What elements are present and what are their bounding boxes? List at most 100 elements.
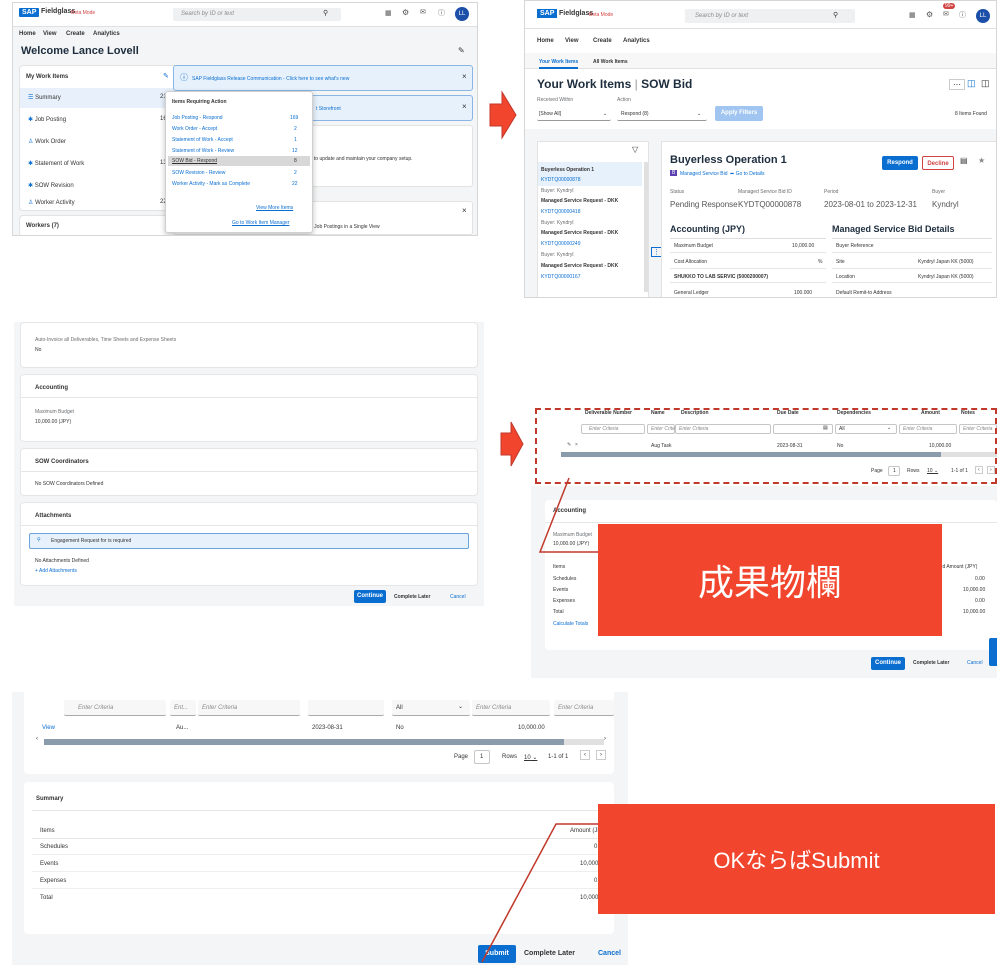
list-item[interactable]: ☰ Summary xyxy=(28,94,61,101)
date-filter-input[interactable] xyxy=(308,700,384,716)
apps-icon[interactable]: ▦ xyxy=(909,11,916,19)
apply-filters-button[interactable]: Apply Filters xyxy=(715,106,763,121)
bell-icon[interactable]: ✉ xyxy=(420,8,426,16)
continue-button[interactable]: Continue xyxy=(871,657,905,670)
scroll-left-icon[interactable]: ‹ xyxy=(36,736,38,742)
split-icon[interactable]: ◫ xyxy=(981,78,990,89)
search-icon[interactable]: ⚲ xyxy=(323,9,328,17)
submit-button-edge[interactable] xyxy=(989,638,997,666)
avatar[interactable]: LL xyxy=(976,9,990,23)
close-icon[interactable]: × xyxy=(462,102,467,111)
list-item[interactable]: ♙ Work Order xyxy=(28,138,66,145)
view-more-link[interactable]: View More Items xyxy=(256,205,293,211)
bid-id[interactable]: KYDTQ00000878 xyxy=(541,177,580,183)
horizontal-scrollbar[interactable] xyxy=(44,739,604,745)
nav-home[interactable]: Home xyxy=(537,38,554,44)
grid-icon: ✱ xyxy=(28,183,34,189)
avatar[interactable]: LL xyxy=(455,7,469,21)
next-page-button[interactable]: › xyxy=(596,750,606,760)
sum-key: Events xyxy=(553,587,569,593)
sap-logo[interactable]: SAP xyxy=(537,9,558,18)
work-item-manager-link[interactable]: Go to Work Item Manager xyxy=(232,220,289,226)
dropdown-count: 1 xyxy=(294,137,297,143)
complete-later-button[interactable]: Complete Later xyxy=(394,594,430,600)
bell-icon[interactable]: ✉ xyxy=(943,10,949,18)
dropdown-item[interactable]: Statement of Work - Review xyxy=(172,148,234,154)
list-item[interactable]: ♙ Worker Activity xyxy=(28,199,75,206)
cancel-button[interactable]: Cancel xyxy=(450,594,466,600)
workers-title: Workers (7) xyxy=(26,223,59,229)
acc-value: 10,000.00 xyxy=(792,243,815,249)
dropdown-item[interactable]: Work Order - Accept xyxy=(172,126,217,132)
complete-later-button[interactable]: Complete Later xyxy=(913,660,949,666)
nav-create[interactable]: Create xyxy=(66,31,85,37)
page-title: Your Work Items | SOW Bid xyxy=(537,77,693,91)
dropdown-item[interactable]: Worker Activity - Mark as Complete xyxy=(172,181,250,187)
comment-icon[interactable]: ▤ xyxy=(960,156,968,165)
prev-page-button[interactable]: ‹ xyxy=(580,750,590,760)
dropdown-item[interactable]: SOW Revision - Review xyxy=(172,170,225,176)
workers-card[interactable]: Workers (7) xyxy=(19,215,179,235)
scroll-right-icon[interactable]: › xyxy=(604,736,606,742)
scrollbar[interactable] xyxy=(644,162,648,292)
bid-name[interactable]: Managed Service Request - DKK xyxy=(541,230,618,236)
continue-button[interactable]: Continue xyxy=(354,590,386,603)
bid-id[interactable]: KYDTQ00000167 xyxy=(541,274,580,280)
sum-value: 10,000.00 xyxy=(963,609,986,615)
no-attachments: No Attachments Defined xyxy=(35,558,89,564)
screenshot-sow-details: Auto-Invoice all Deliverables, Time Shee… xyxy=(14,322,484,606)
filter-placeholder: Ent... xyxy=(174,705,189,711)
gear-icon[interactable]: ⚙ xyxy=(402,8,409,17)
cancel-button[interactable]: Cancel xyxy=(967,660,983,666)
grid-icon: ✱ xyxy=(28,117,34,123)
help-icon[interactable]: ⓘ xyxy=(438,8,445,18)
dropdown-count: 22 xyxy=(292,181,298,187)
tab-all-work-items[interactable]: All Work Items xyxy=(593,59,628,65)
dropdown-item[interactable]: Statement of Work - Accept xyxy=(172,137,233,143)
list-item[interactable]: ✱ Statement of Work xyxy=(28,160,84,167)
calculate-totals-link[interactable]: Calculate Totals xyxy=(553,621,588,627)
summary-title: Summary xyxy=(36,796,64,802)
search-icon[interactable]: ⚲ xyxy=(833,11,838,19)
go-to-details-link[interactable]: ➦ Go to Details xyxy=(730,171,765,177)
list-item[interactable]: ✱ Job Posting xyxy=(28,116,66,123)
dropdown-item[interactable]: Job Posting - Respond xyxy=(172,115,223,121)
more-icon[interactable]: ⋯ xyxy=(949,79,965,90)
bid-id[interactable]: KYDTQ00000418 xyxy=(541,209,580,215)
sap-logo[interactable]: SAP xyxy=(19,8,40,17)
add-attachments-link[interactable]: + Add Attachments xyxy=(35,568,77,574)
bid-id[interactable]: KYDTQ00000249 xyxy=(541,241,580,247)
apps-icon[interactable]: ▦ xyxy=(385,9,392,17)
nav-analytics[interactable]: Analytics xyxy=(93,31,120,37)
dropdown-count: 8 xyxy=(294,158,297,164)
nav-view[interactable]: View xyxy=(43,31,57,37)
view-link[interactable]: View xyxy=(42,725,55,731)
gear-icon[interactable]: ⚙ xyxy=(926,10,933,19)
filter-icon[interactable]: ▽ xyxy=(632,145,638,154)
nav-home[interactable]: Home xyxy=(19,31,36,37)
filter-placeholder: Enter Criteria xyxy=(476,705,512,711)
bid-name[interactable]: Managed Service Request - DKK xyxy=(541,263,618,269)
tab-your-work-items[interactable]: Your Work Items xyxy=(539,59,579,69)
close-icon[interactable]: × xyxy=(462,206,467,215)
release-banner[interactable]: ⓘ SAP Fieldglass Release Communication -… xyxy=(173,65,473,91)
bid-name[interactable]: Managed Service Request - DKK xyxy=(541,198,618,204)
nav-view[interactable]: View xyxy=(565,38,579,44)
dropdown-item[interactable]: SOW Bid - Respond xyxy=(172,158,217,164)
edit-icon[interactable]: ✎ xyxy=(458,46,465,55)
respond-button[interactable]: Respond xyxy=(882,156,918,170)
close-icon[interactable]: × xyxy=(462,72,467,81)
filter-placeholder: Enter Criteria xyxy=(202,705,238,711)
auto-invoice-value: No xyxy=(35,347,42,353)
list-item[interactable]: ✱ SOW Revision xyxy=(28,182,74,189)
layout-icon[interactable]: ◫ xyxy=(967,78,976,89)
help-icon[interactable]: ⓘ xyxy=(959,10,966,20)
sum-value: 0.00 xyxy=(975,598,985,604)
bid-name[interactable]: Buyerless Operation 1 xyxy=(541,167,594,173)
edit-icon[interactable]: ✎ xyxy=(163,72,169,80)
decline-button[interactable]: Decline xyxy=(922,156,954,170)
rows-select[interactable]: 10 ⌄ xyxy=(524,754,537,761)
nav-create[interactable]: Create xyxy=(593,38,612,44)
star-icon[interactable]: ★ xyxy=(978,156,985,165)
nav-analytics[interactable]: Analytics xyxy=(623,38,650,44)
